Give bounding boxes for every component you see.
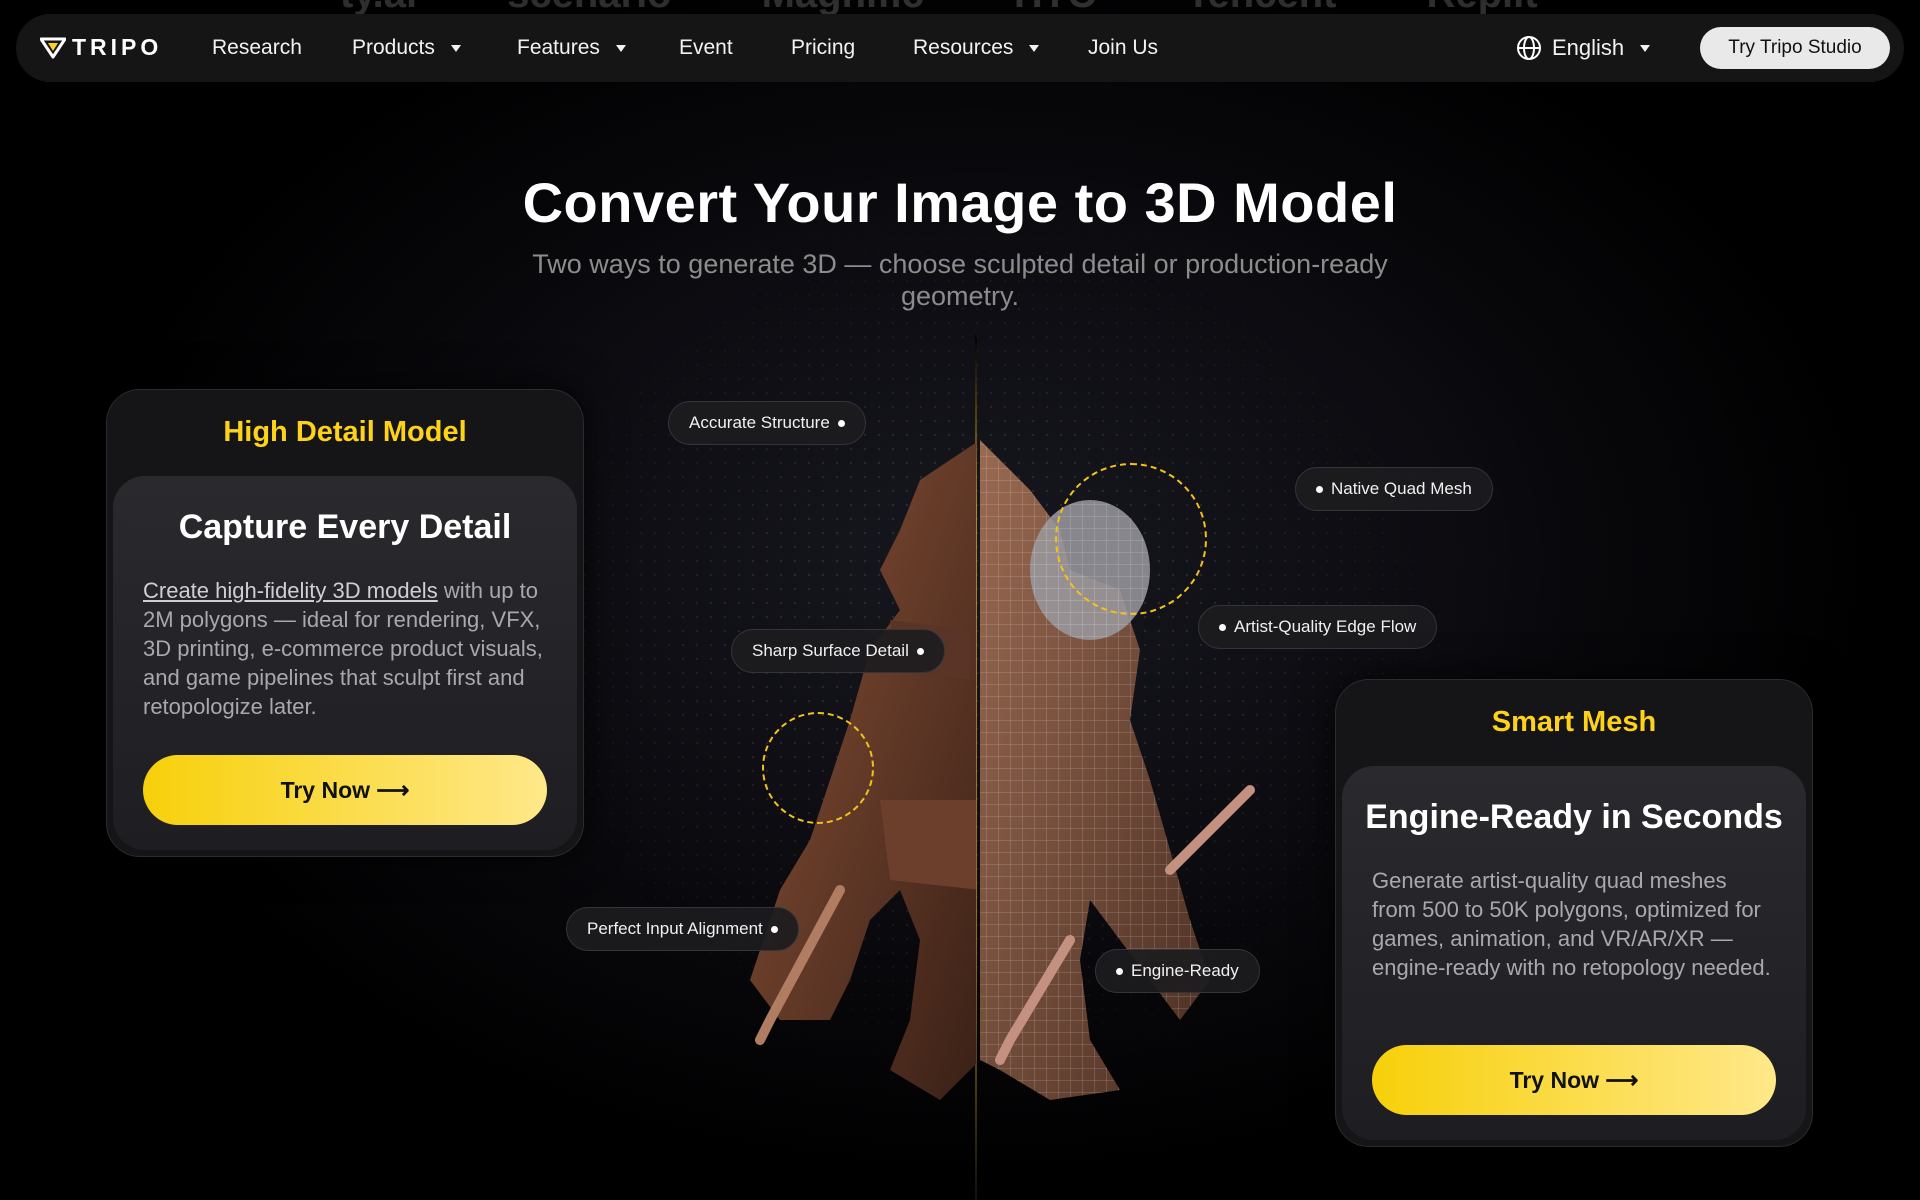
creature-model-illustration <box>750 440 1255 1100</box>
card-description: Generate artist-quality quad meshes from… <box>1372 868 1771 980</box>
feature-label: Artist-Quality Edge Flow <box>1234 617 1417 636</box>
nav-item-join-us[interactable]: Join Us <box>1088 14 1158 82</box>
high-detail-card: High Detail Model Capture Every Detail C… <box>106 389 584 857</box>
feature-pill-sharp-surface: Sharp Surface Detail <box>731 629 945 673</box>
caret-down-icon <box>450 44 461 52</box>
page: ty.ai scenario Magnific HTC Tencent Repl… <box>0 0 1920 1200</box>
dot-icon <box>1116 967 1123 975</box>
nav-item-research[interactable]: Research <box>212 14 302 82</box>
card-heading: High Detail Model <box>223 416 467 448</box>
nav-item-label: Event <box>679 36 733 59</box>
tripo-logo-icon <box>40 37 66 58</box>
card-title: Capture Every Detail <box>178 508 512 546</box>
dot-icon <box>837 419 845 427</box>
language-selector[interactable]: English <box>1516 14 1651 82</box>
nav-item-resources[interactable]: Resources <box>913 14 1040 82</box>
smart-mesh-card: Smart Mesh Engine-Ready in Seconds Gener… <box>1335 679 1813 1147</box>
card-heading: Smart Mesh <box>1491 706 1657 738</box>
nav-item-features[interactable]: Features <box>517 14 626 82</box>
try-now-button-high-detail[interactable]: Try Now ⟶ <box>143 755 547 825</box>
feature-pill-accurate-structure: Accurate Structure <box>668 401 866 445</box>
highlight-circle-hand <box>762 712 874 824</box>
card-title: Engine-Ready in Seconds <box>1365 798 1783 836</box>
nav-item-pricing[interactable]: Pricing <box>791 14 855 82</box>
feature-label: Engine-Ready <box>1131 961 1239 980</box>
feature-label: Perfect Input Alignment <box>587 919 763 938</box>
try-tripo-studio-button[interactable]: Try Tripo Studio <box>1700 27 1890 69</box>
feature-pill-edge-flow: Artist-Quality Edge Flow <box>1198 605 1438 649</box>
try-now-button-smart-mesh[interactable]: Try Now ⟶ <box>1372 1045 1776 1115</box>
feature-pill-perfect-alignment: Perfect Input Alignment <box>566 907 799 951</box>
brand-logo[interactable]: TRIPO <box>40 34 162 61</box>
dot-icon <box>1316 485 1323 493</box>
nav-item-label: Resources <box>913 36 1014 59</box>
top-navbar: TRIPO Research Products Features Event P… <box>16 14 1904 82</box>
nav-item-products[interactable]: Products <box>352 14 461 82</box>
feature-label: Accurate Structure <box>689 413 830 432</box>
nav-item-label: Join Us <box>1088 36 1159 59</box>
caret-down-icon <box>1640 44 1651 52</box>
caret-down-icon <box>615 44 626 52</box>
card-description: Create high-fidelity 3D models with up t… <box>143 576 547 721</box>
nav-item-label: Features <box>517 36 600 59</box>
caret-down-icon <box>1029 44 1040 52</box>
nav-item-label: Products <box>352 36 435 59</box>
language-label: English <box>1552 35 1625 60</box>
feature-pill-native-quad: Native Quad Mesh <box>1295 467 1493 511</box>
dot-icon <box>916 647 924 655</box>
feature-pill-engine-ready: Engine-Ready <box>1095 949 1260 993</box>
globe-icon <box>1517 36 1541 60</box>
nav-item-event[interactable]: Event <box>679 14 733 82</box>
highlight-circle-shoulder <box>1055 463 1207 615</box>
feature-label: Sharp Surface Detail <box>752 641 909 660</box>
page-subtitle: Two ways to generate 3D — choose sculpte… <box>532 249 1388 311</box>
page-title: Convert Your Image to 3D Model <box>522 171 1398 234</box>
nav-item-label: Research <box>212 36 302 59</box>
high-fidelity-link[interactable]: Create high-fidelity 3D models <box>143 578 438 603</box>
dot-icon <box>1219 623 1226 631</box>
brand-name: TRIPO <box>72 34 163 60</box>
card-body: Engine-Ready in Seconds Generate artist-… <box>1342 766 1806 1140</box>
card-body: Capture Every Detail Create high-fidelit… <box>113 476 577 850</box>
dot-icon <box>770 925 778 933</box>
nav-item-label: Pricing <box>791 36 856 59</box>
feature-label: Native Quad Mesh <box>1331 479 1472 498</box>
